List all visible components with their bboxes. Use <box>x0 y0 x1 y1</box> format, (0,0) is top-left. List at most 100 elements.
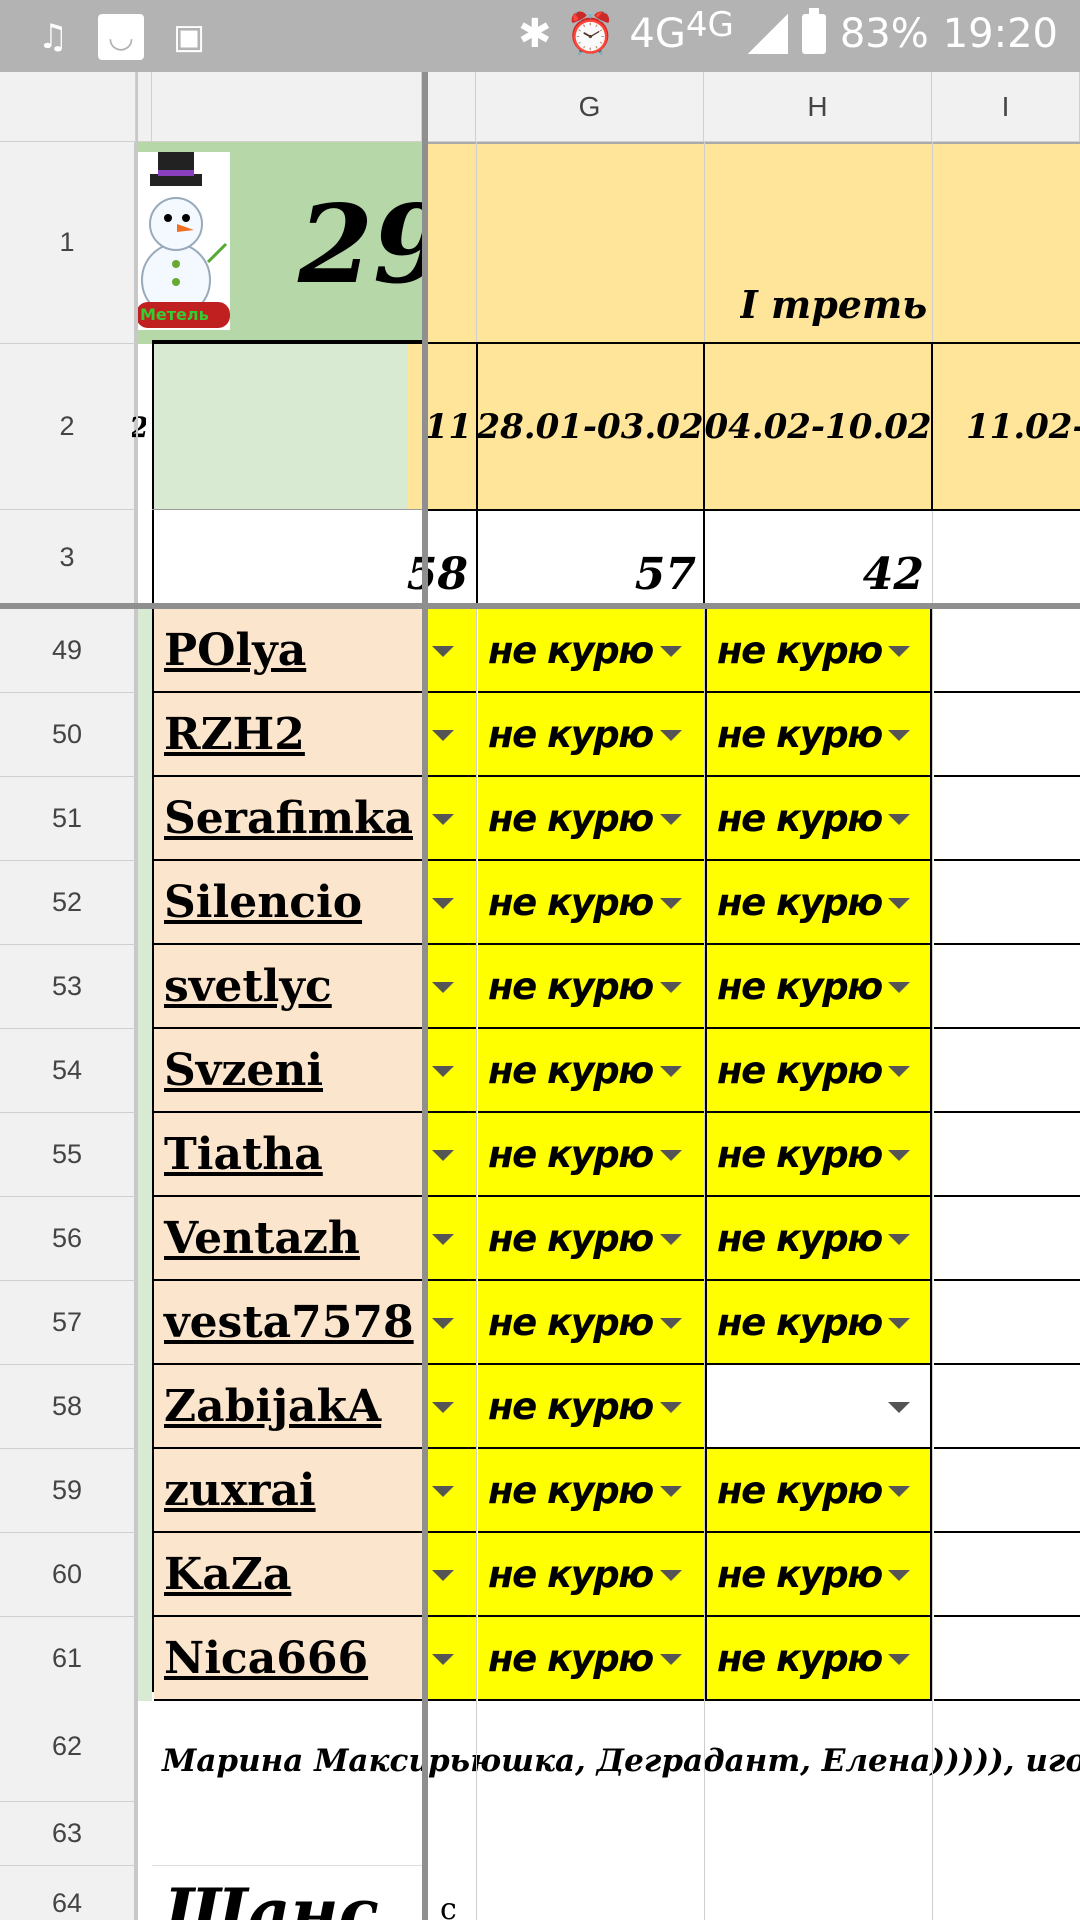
row-header[interactable]: 3 <box>0 510 136 606</box>
dropdown-arrow-icon[interactable] <box>660 814 682 825</box>
participant-name[interactable]: ZabijakA <box>154 1365 422 1449</box>
dropdown-arrow-icon[interactable] <box>888 982 910 993</box>
cell-f[interactable] <box>428 1533 476 1617</box>
cell-b[interactable] <box>138 1533 152 1617</box>
date-header-g[interactable]: 28.01-03.02 <box>476 344 704 510</box>
cell-f[interactable] <box>428 609 476 693</box>
cell-f[interactable] <box>428 693 476 777</box>
dropdown-arrow-icon[interactable] <box>888 1234 910 1245</box>
cell-b[interactable] <box>138 1365 152 1449</box>
dropdown-arrow-icon[interactable] <box>888 1570 910 1581</box>
participant-name[interactable]: Nica666 <box>154 1617 422 1701</box>
dropdown-arrow-icon[interactable] <box>432 1066 454 1077</box>
dropdown-arrow-icon[interactable] <box>432 1570 454 1581</box>
participant-name[interactable]: Tiatha <box>154 1113 422 1197</box>
cell-b[interactable] <box>138 1029 152 1113</box>
row-header[interactable]: 49 <box>0 609 136 693</box>
count-h3[interactable]: 42 <box>704 510 932 606</box>
cell-i[interactable] <box>934 777 1080 861</box>
column-header-c[interactable] <box>152 72 422 142</box>
cell-c2[interactable] <box>152 344 422 510</box>
cell-b[interactable] <box>138 1449 152 1533</box>
cell-b[interactable] <box>138 609 152 693</box>
cell-f[interactable] <box>428 1113 476 1197</box>
cell-f[interactable] <box>428 1197 476 1281</box>
dropdown-arrow-icon[interactable] <box>888 1486 910 1497</box>
row-header[interactable]: 53 <box>0 945 136 1029</box>
row-header[interactable]: 64 <box>0 1866 136 1920</box>
row-header[interactable]: 2 <box>0 344 136 510</box>
dropdown-arrow-icon[interactable] <box>432 1654 454 1665</box>
cell-i[interactable] <box>934 693 1080 777</box>
participant-name[interactable]: Silencio <box>154 861 422 945</box>
dropdown-arrow-icon[interactable] <box>432 646 454 657</box>
cell-i[interactable] <box>934 1449 1080 1533</box>
dropdown-arrow-icon[interactable] <box>660 730 682 741</box>
date-header-i[interactable]: 11.02-17. <box>932 344 1080 510</box>
cell-i[interactable] <box>934 609 1080 693</box>
row-header[interactable]: 62 <box>0 1692 136 1802</box>
row-header[interactable]: 59 <box>0 1449 136 1533</box>
dropdown-arrow-icon[interactable] <box>432 898 454 909</box>
freeze-pane-horizontal[interactable] <box>0 603 1080 609</box>
dropdown-arrow-icon[interactable] <box>660 646 682 657</box>
column-header-h[interactable]: H <box>704 72 932 142</box>
column-header-g[interactable]: G <box>476 72 704 142</box>
count-f3[interactable]: 58 <box>404 510 476 606</box>
cell-i[interactable] <box>934 1281 1080 1365</box>
note-right[interactable]: рьюшка, Деградант, Елена))))), игоряш <box>428 1692 1080 1802</box>
participant-name[interactable]: vesta7578 <box>154 1281 422 1365</box>
dropdown-arrow-icon[interactable] <box>660 898 682 909</box>
dropdown-arrow-icon[interactable] <box>660 982 682 993</box>
dropdown-arrow-icon[interactable] <box>660 1234 682 1245</box>
cell-b[interactable] <box>138 693 152 777</box>
dropdown-arrow-icon[interactable] <box>888 730 910 741</box>
row-header[interactable]: 52 <box>0 861 136 945</box>
row-header[interactable]: 58 <box>0 1365 136 1449</box>
cell-b[interactable] <box>138 945 152 1029</box>
cell-i[interactable] <box>934 861 1080 945</box>
participant-name[interactable]: zuxrai <box>154 1449 422 1533</box>
cell-b[interactable] <box>138 1281 152 1365</box>
dropdown-arrow-icon[interactable] <box>432 814 454 825</box>
dropdown-arrow-icon[interactable] <box>888 1150 910 1161</box>
cell-b[interactable] <box>138 1617 152 1701</box>
dropdown-arrow-icon[interactable] <box>660 1066 682 1077</box>
column-header-i[interactable]: I <box>932 72 1080 142</box>
dropdown-arrow-icon[interactable] <box>660 1150 682 1161</box>
cell-i[interactable] <box>934 1029 1080 1113</box>
row-header[interactable]: 63 <box>0 1802 136 1866</box>
row-header[interactable]: 51 <box>0 777 136 861</box>
cell-f2[interactable]: 11 <box>408 344 476 510</box>
dropdown-arrow-icon[interactable] <box>660 1318 682 1329</box>
participant-name[interactable]: Ventazh <box>154 1197 422 1281</box>
dropdown-arrow-icon[interactable] <box>660 1570 682 1581</box>
row-header[interactable]: 61 <box>0 1617 136 1701</box>
cell-i[interactable] <box>934 1365 1080 1449</box>
participant-name[interactable]: POlya <box>154 609 422 693</box>
cell-b[interactable] <box>138 1113 152 1197</box>
dropdown-arrow-icon[interactable] <box>888 1066 910 1077</box>
cell-f[interactable] <box>428 1449 476 1533</box>
cell-f[interactable] <box>428 1617 476 1701</box>
participant-name[interactable]: Serafimka <box>154 777 422 861</box>
dropdown-arrow-icon[interactable] <box>432 1402 454 1413</box>
participant-name[interactable]: RZH2 <box>154 693 422 777</box>
dropdown-arrow-icon[interactable] <box>432 1486 454 1497</box>
cell-f[interactable] <box>428 945 476 1029</box>
cell-b[interactable] <box>138 1197 152 1281</box>
note-left[interactable]: Марина Макси <box>152 1692 424 1802</box>
row-header[interactable]: 55 <box>0 1113 136 1197</box>
count-g3[interactable]: 57 <box>476 510 704 606</box>
cell-i[interactable] <box>934 1533 1080 1617</box>
select-all-corner[interactable] <box>0 72 136 142</box>
row-header[interactable]: 57 <box>0 1281 136 1365</box>
dropdown-arrow-icon[interactable] <box>660 1402 682 1413</box>
dropdown-arrow-icon[interactable] <box>432 1318 454 1329</box>
cell-c63[interactable] <box>152 1802 422 1866</box>
dropdown-arrow-icon[interactable] <box>888 814 910 825</box>
cell-i3[interactable] <box>932 510 1080 606</box>
row-header[interactable]: 1 <box>0 142 136 344</box>
cell-i[interactable] <box>934 1617 1080 1701</box>
cell-c3[interactable] <box>152 510 422 606</box>
